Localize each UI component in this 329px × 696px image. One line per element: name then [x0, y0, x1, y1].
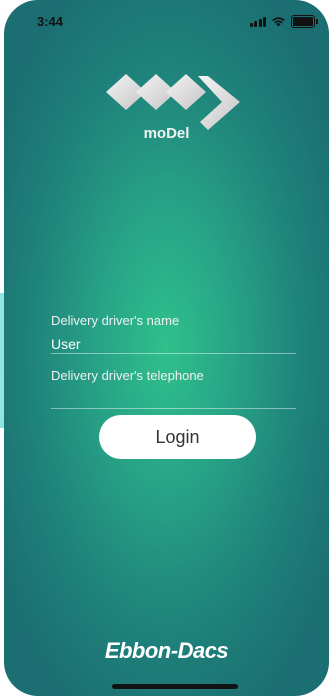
app-screen: 3:44 moDel Delivery driver's name User D… — [4, 0, 329, 696]
logo-text: moDel — [143, 125, 190, 142]
brand-footer: Ebbon-Dacs — [104, 638, 229, 663]
driver-name-underline — [51, 353, 296, 354]
driver-phone-input[interactable] — [51, 386, 296, 408]
battery-icon — [291, 15, 318, 28]
login-button[interactable]: Login — [99, 415, 256, 459]
wifi-icon — [272, 17, 285, 27]
status-time: 3:44 — [37, 14, 64, 29]
driver-phone-underline — [51, 408, 296, 409]
driver-name-label: Delivery driver's name — [51, 313, 180, 328]
status-icons — [249, 15, 318, 28]
home-indicator[interactable] — [112, 684, 238, 689]
driver-phone-label: Delivery driver's telephone — [51, 368, 204, 383]
signal-icon — [249, 16, 266, 27]
driver-name-input[interactable] — [51, 333, 296, 355]
